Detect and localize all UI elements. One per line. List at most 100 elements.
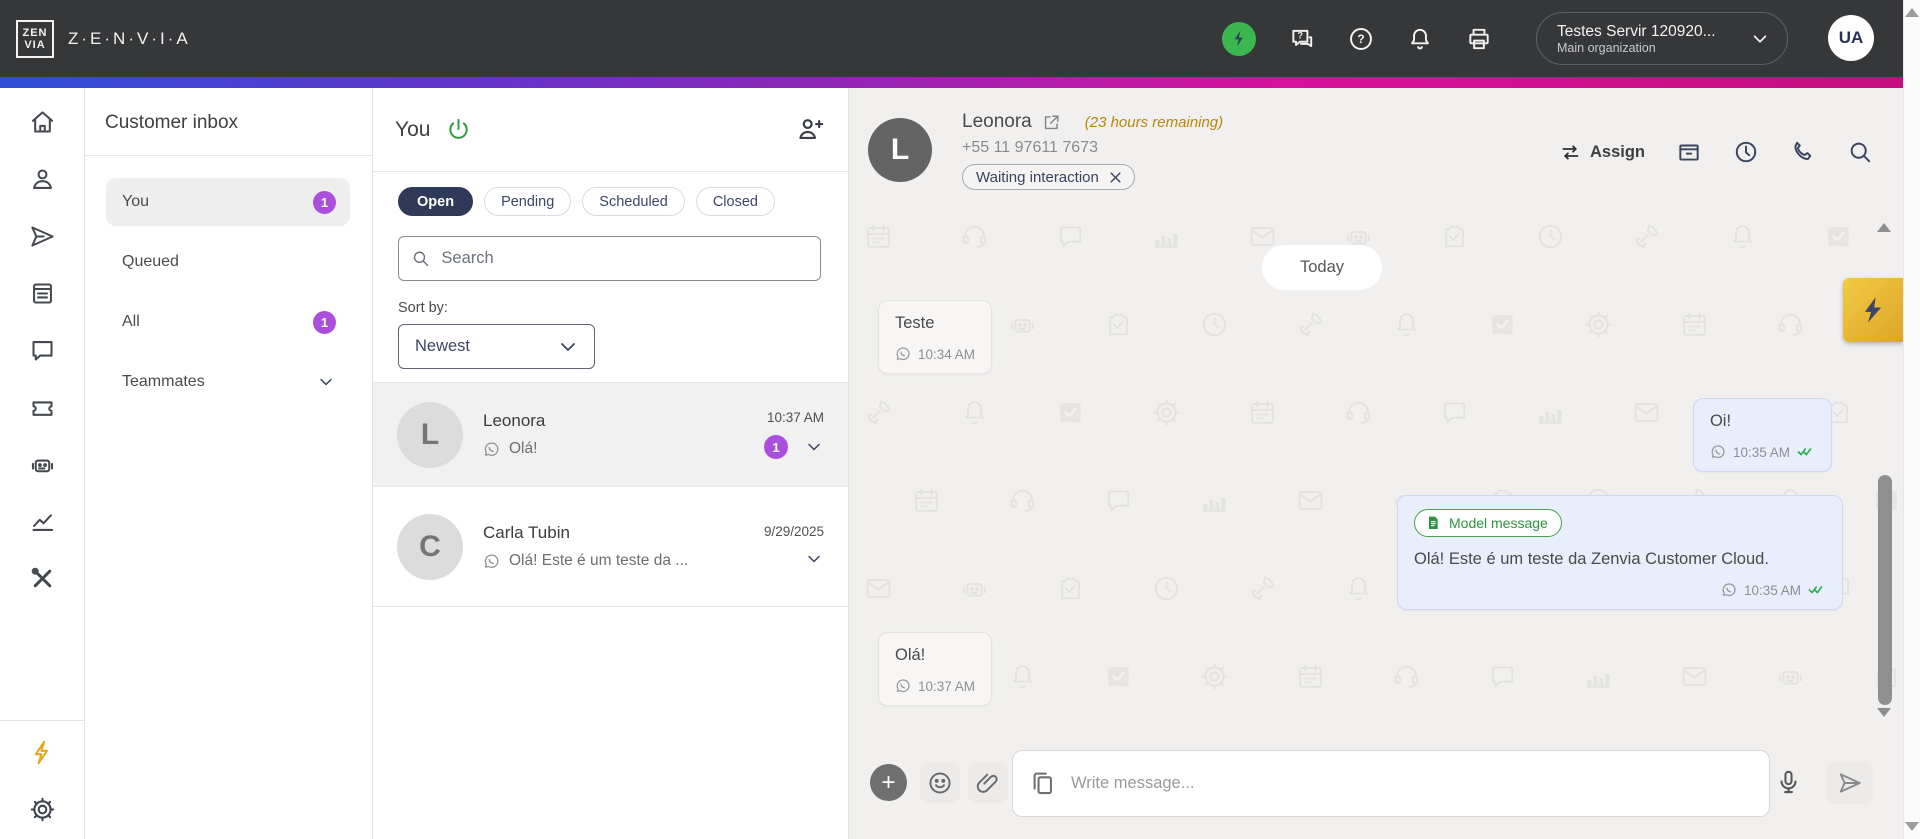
home-icon[interactable] [29,109,56,136]
conversation-item-carla[interactable]: C Carla Tubin Olá! Este é um teste da ..… [373,487,848,607]
conversation-name: Leonora [483,411,546,430]
emoji-button[interactable] [920,763,960,803]
chevron-down-icon[interactable] [804,549,824,569]
tools-icon[interactable] [29,565,56,592]
nav-rail [0,88,85,839]
support-chat-icon[interactable]: ? [1289,26,1315,52]
message-time: 10:34 AM [918,346,976,362]
chevron-down-icon [320,378,332,386]
notifications-bell-icon[interactable] [1407,26,1433,52]
paperclip-icon [976,773,998,793]
tab-pending[interactable]: Pending [484,187,572,216]
phone-icon[interactable] [1790,139,1816,165]
message-incoming: Teste 10:34 AM [878,300,993,374]
conversation-list: L Leonora Olá! 10:37 AM 1 C Carla Tubin [373,382,848,607]
page-scrollbar[interactable] [1903,0,1920,839]
svg-text:?: ? [1357,32,1364,46]
logo-line: VIA [24,38,46,51]
double-check-icon [1808,586,1823,594]
availability-power-icon[interactable] [445,116,472,143]
external-link-icon[interactable] [1042,113,1061,132]
message-time: 10:35 AM [1732,444,1790,460]
list-header: You [373,88,848,172]
sort-value: Newest [415,337,471,355]
page-scroll-up-arrow[interactable] [1905,8,1919,17]
notes-document-icon[interactable] [29,280,56,307]
bots-robot-icon[interactable] [29,451,56,478]
assign-button[interactable]: Assign [1560,142,1645,163]
chat-scroll-up-arrow[interactable] [1877,223,1891,232]
contact-avatar: L [868,118,932,182]
panel-title: Customer inbox [85,88,372,156]
help-icon[interactable]: ? [1348,26,1374,52]
message-text: Olá! Este é um teste da Zenvia Customer … [1414,550,1769,568]
message-text: Olá! [895,646,926,664]
list-title: You [395,117,431,141]
message-outgoing-template: Model message Olá! Este é um teste da Ze… [1397,495,1843,610]
inbox-item-label: You [122,193,149,210]
tab-scheduled[interactable]: Scheduled [582,187,685,216]
analytics-chart-icon[interactable] [29,508,56,535]
message-outgoing: Oi! 10:35 AM [1692,398,1832,472]
conversation-list-panel: You Open Pending Scheduled Closed Sort b… [373,88,849,839]
chat-scroll-down-arrow[interactable] [1877,708,1891,717]
logo-line: ZEN [22,26,48,39]
inbox-item-teammates[interactable]: Teammates [106,358,350,406]
templates-pages-icon[interactable] [1029,770,1056,797]
assign-label: Assign [1589,142,1645,161]
attach-file-button[interactable] [968,763,1008,803]
model-message-label: Model message [1449,515,1548,531]
customer-inbox-panel: Customer inbox You 1 Queued All 1 Teamma… [85,88,373,839]
microphone-icon[interactable] [1775,769,1802,796]
organization-switcher[interactable]: Testes Servir 120920... Main organizatio… [1536,12,1788,65]
conversation-item-leonora[interactable]: L Leonora Olá! 10:37 AM 1 [373,382,848,487]
archive-icon[interactable] [1676,139,1702,165]
send-message-button[interactable] [1827,762,1873,804]
contact-phone: +55 11 97611 7673 [962,139,1098,156]
settings-gear-icon[interactable] [29,796,56,823]
history-clock-icon[interactable] [1733,139,1759,165]
conversation-preview: Olá! [509,440,538,457]
transfer-arrows-icon [1562,144,1579,160]
chats-bubble-icon[interactable] [29,337,56,364]
search-icon[interactable] [1847,139,1873,165]
tab-open[interactable]: Open [398,187,474,216]
quick-actions-lightning-icon[interactable] [29,739,56,766]
whatsapp-icon [1722,583,1736,597]
chat-scrollbar-thumb[interactable] [1878,475,1892,705]
search-input[interactable] [441,249,808,268]
topbar-icons: ? ? [1222,0,1492,77]
document-icon [1429,516,1438,529]
add-attachment-plus-button[interactable]: + [870,764,907,801]
whatsapp-icon [896,679,910,693]
chevron-down-icon[interactable] [804,437,824,457]
whatsapp-icon [484,553,499,568]
svg-text:?: ? [1297,30,1303,40]
message-input[interactable] [1071,774,1753,793]
inbox-item-queued[interactable]: Queued [106,238,350,286]
organization-name: Testes Servir 120920... [1557,23,1716,40]
campaigns-send-icon[interactable] [29,223,56,250]
user-avatar[interactable]: UA [1828,15,1874,61]
smiley-icon [929,772,951,794]
printer-icon[interactable] [1466,26,1492,52]
quick-reply-lightning-button[interactable] [1843,278,1903,342]
conversation-time: 10:37 AM [766,410,824,425]
model-message-badge: Model message [1414,509,1562,537]
chevron-down-icon [1753,34,1767,43]
chevron-down-icon [561,342,575,351]
add-person-icon[interactable] [795,115,824,144]
search-box [398,236,821,281]
sort-dropdown[interactable]: Newest [398,324,595,369]
conversation-preview: Olá! Este é um teste da ... [509,552,689,569]
page-scroll-down-arrow[interactable] [1905,822,1919,831]
rail-bottom [0,720,84,839]
tab-closed[interactable]: Closed [695,187,775,216]
assistant-lightning-icon[interactable] [1222,21,1256,56]
contacts-person-icon[interactable] [29,166,56,193]
tickets-icon[interactable] [29,394,56,421]
inbox-item-all[interactable]: All 1 [106,298,350,346]
brand-wordmark: Z·E·N·V·I·A [68,28,191,48]
inbox-item-you[interactable]: You 1 [106,178,350,226]
close-icon[interactable] [1108,170,1123,185]
